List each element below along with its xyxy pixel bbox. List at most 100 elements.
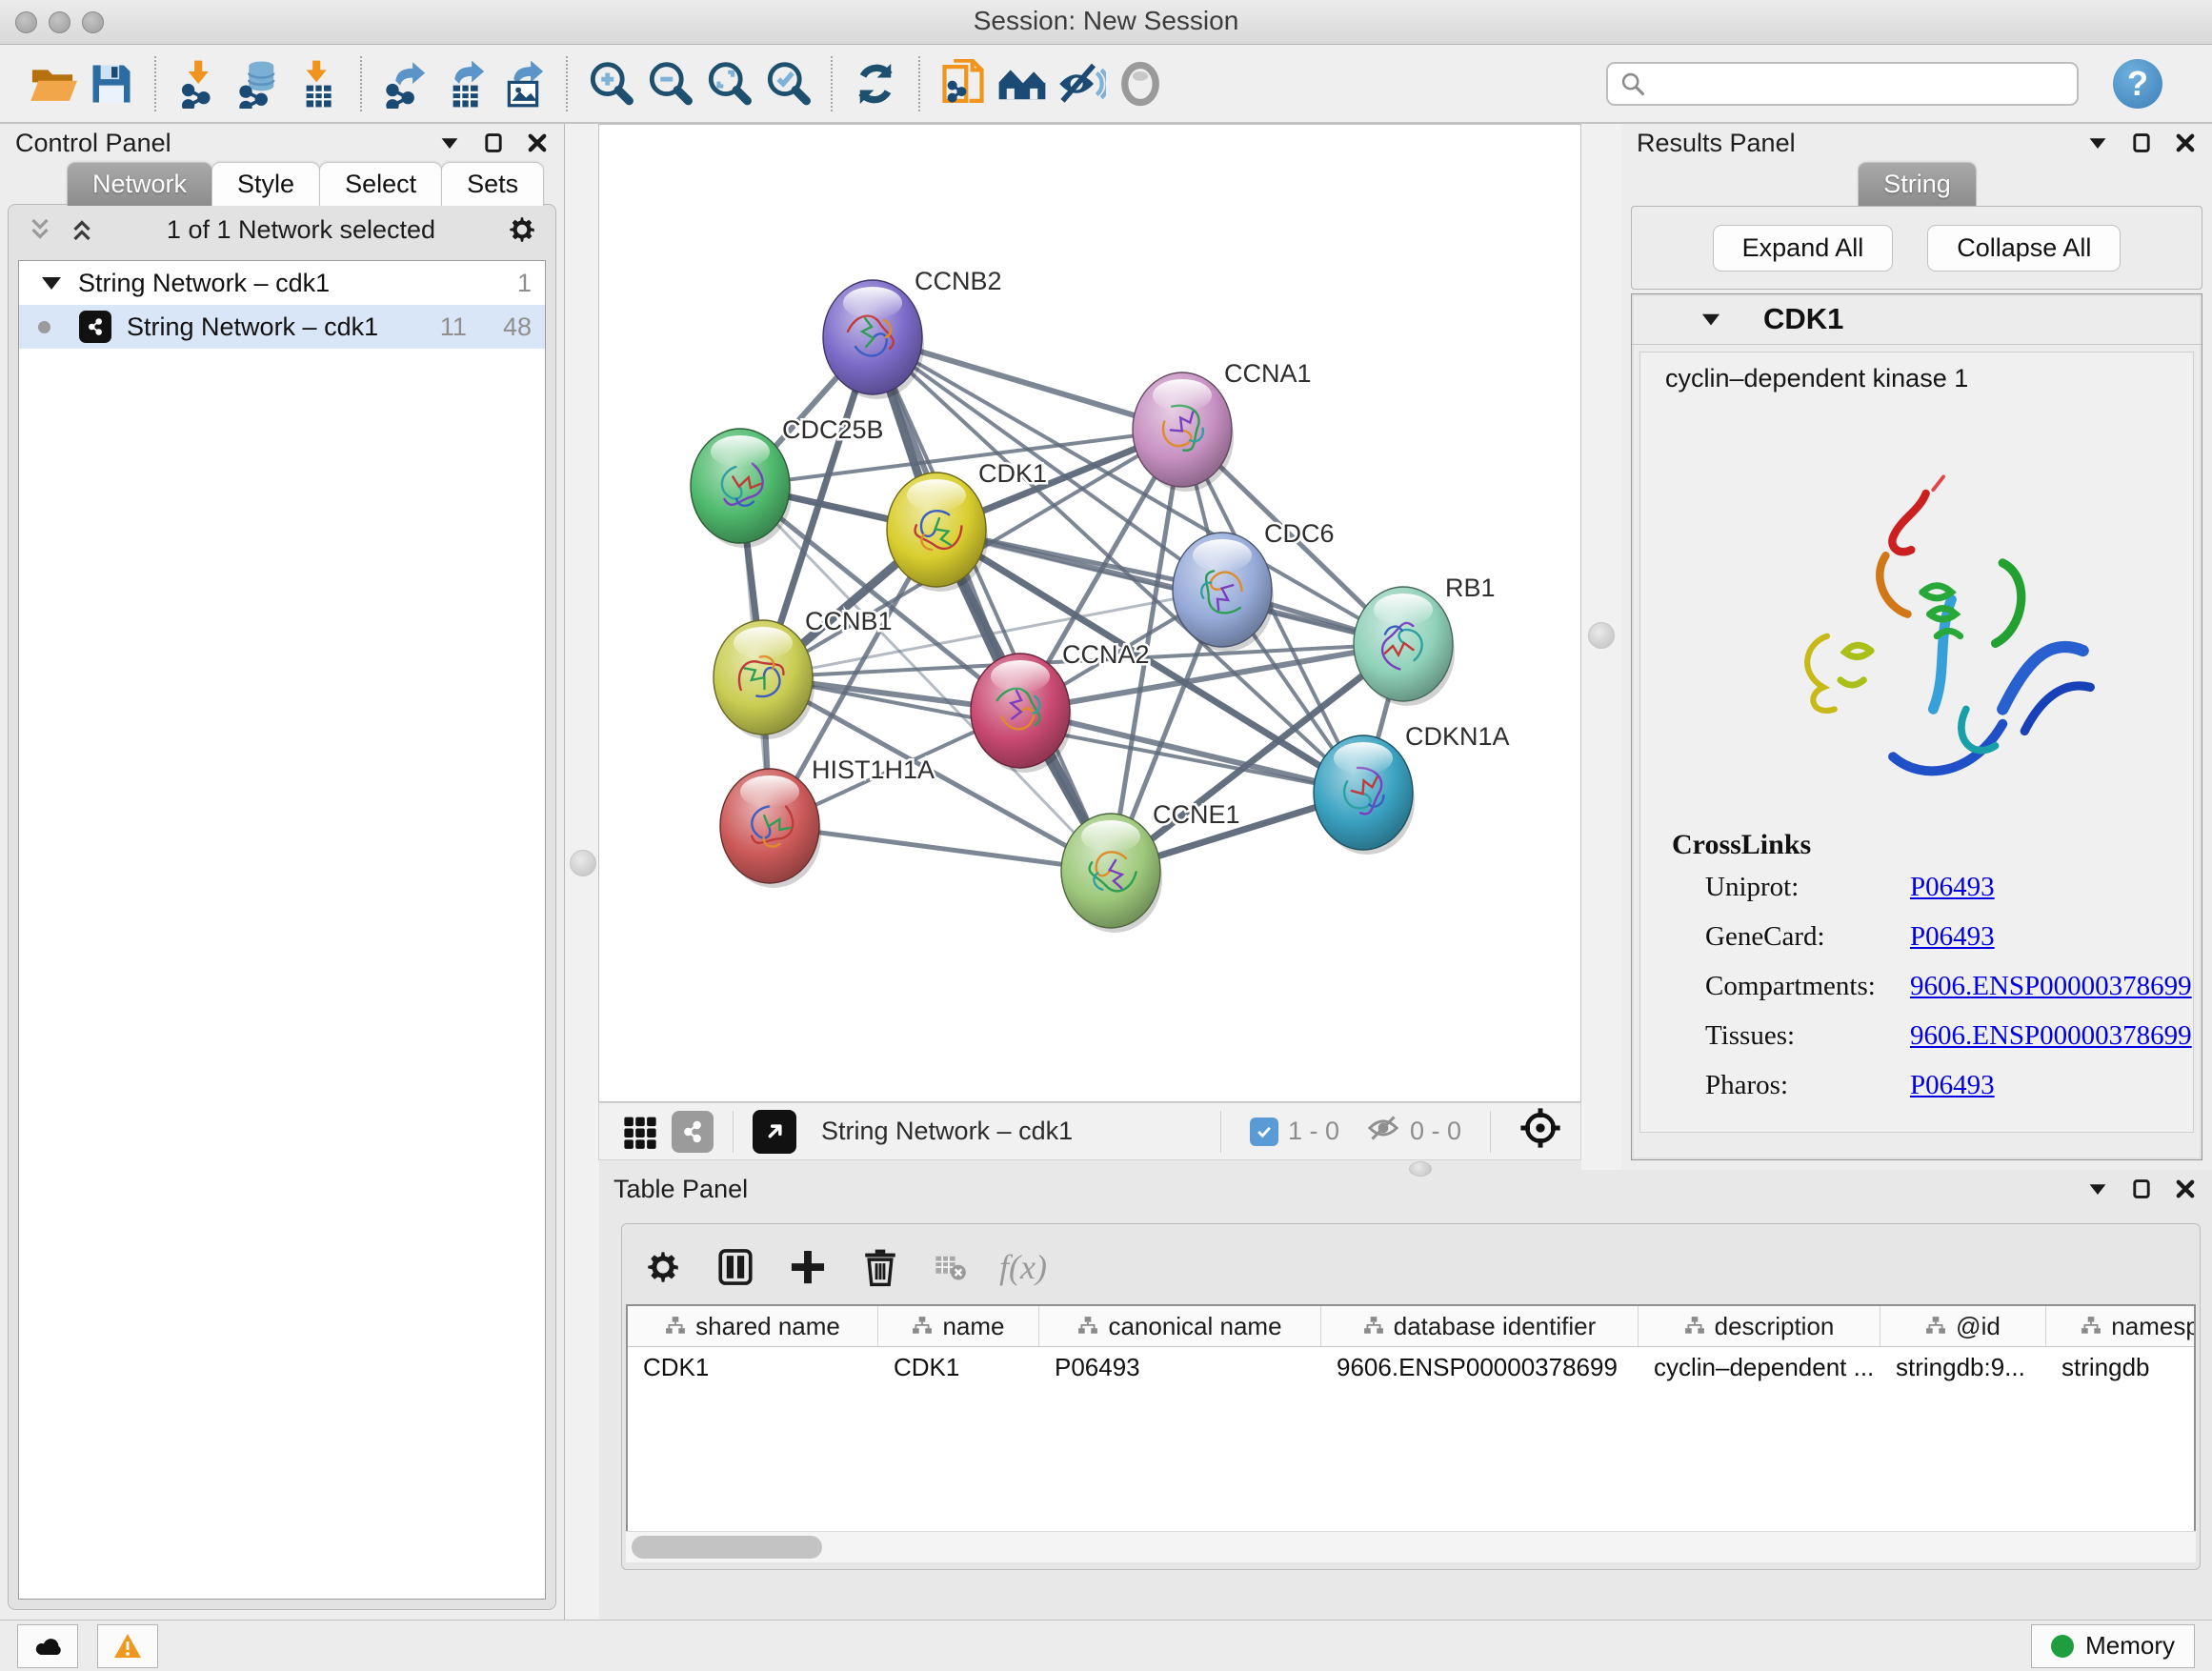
node-CDC6[interactable]: CDC6 <box>1173 519 1335 652</box>
network-manager: 1 of 1 Network selected String Network –… <box>8 204 556 1610</box>
tab-sets[interactable]: Sets <box>441 162 544 206</box>
import-network-database-icon[interactable] <box>229 54 288 113</box>
table-header-row: shared namenamecanonical namedatabase id… <box>628 1306 2194 1347</box>
collapse-all-icon[interactable] <box>26 215 54 244</box>
table-settings-gear-icon[interactable] <box>643 1247 683 1287</box>
crosslink-link[interactable]: P06493 <box>1910 921 1995 953</box>
import-table-file-icon[interactable] <box>288 54 347 113</box>
panel-close-icon[interactable] <box>2174 1178 2197 1200</box>
right-splitter[interactable] <box>1581 124 1622 1170</box>
toolbar-separator <box>831 56 833 111</box>
node-CCNB2[interactable]: CCNB2 <box>823 267 1002 399</box>
toolbar-separator <box>1220 1111 1221 1153</box>
hide-panel-eye-icon[interactable] <box>1052 54 1111 113</box>
network-canvas[interactable]: CCNB2CCNA1CDC25BCDK1CDC6RB1CCNB1CCNA2CDK… <box>598 124 1581 1102</box>
node-CDC25B[interactable]: CDC25B <box>691 415 884 548</box>
tab-style[interactable]: Style <box>211 162 320 206</box>
node-CDKN1A[interactable]: CDKN1A <box>1314 722 1510 855</box>
network-options-gear-icon[interactable] <box>506 213 538 246</box>
save-session-icon[interactable] <box>82 54 141 113</box>
selected-checkbox-icon[interactable] <box>1250 1117 1278 1146</box>
zoom-out-icon[interactable] <box>640 54 699 113</box>
network-collection-row[interactable]: String Network – cdk1 1 <box>19 261 545 305</box>
right-splitter-handle[interactable] <box>1588 622 1615 649</box>
tree-expand-icon[interactable] <box>42 277 61 290</box>
delete-rows-trash-icon[interactable] <box>860 1247 900 1287</box>
zoom-selected-icon[interactable] <box>758 54 817 113</box>
table-horizontal-scrollbar[interactable] <box>626 1531 2196 1562</box>
column-header-description[interactable]: description <box>1639 1306 1880 1346</box>
export-network-icon[interactable] <box>375 54 434 113</box>
hidden-eye-icon <box>1366 1111 1400 1152</box>
warnings-button[interactable] <box>97 1624 158 1668</box>
panel-close-icon[interactable] <box>526 131 549 154</box>
node-label-CDC25B: CDC25B <box>782 415 884 444</box>
panel-float-icon[interactable] <box>2130 1178 2153 1200</box>
scrollbar-thumb[interactable] <box>632 1536 822 1559</box>
column-header-database-identifier[interactable]: database identifier <box>1321 1306 1639 1346</box>
table-cell: 9606.ENSP00000378699 <box>1321 1353 1639 1382</box>
show-columns-icon[interactable] <box>715 1247 755 1287</box>
results-panel: Results Panel String Expand All Collapse… <box>1621 124 2212 1170</box>
node-CCNE1[interactable]: CCNE1 <box>1061 800 1240 933</box>
panel-menu-icon[interactable] <box>2086 1178 2109 1200</box>
string-import-icon[interactable] <box>993 54 1052 113</box>
function-builder-icon: f(x) <box>999 1247 1047 1287</box>
expand-all-button[interactable]: Expand All <box>1713 225 1894 272</box>
clone-network-icon[interactable] <box>934 54 993 113</box>
crosslink-link[interactable]: 9606.ENSP00000378699 <box>1910 971 2192 1002</box>
crosslink-link[interactable]: P06493 <box>1910 872 1995 903</box>
expand-all-icon[interactable] <box>68 215 96 244</box>
panel-close-icon[interactable] <box>2174 131 2197 154</box>
panel-float-icon[interactable] <box>2130 131 2153 154</box>
open-session-icon[interactable] <box>23 54 82 113</box>
panel-menu-icon[interactable] <box>438 131 461 154</box>
crosslink-link[interactable]: 9606.ENSP00000378699 <box>1910 1020 2192 1052</box>
panel-menu-icon[interactable] <box>2086 131 2109 154</box>
tab-network[interactable]: Network <box>67 162 212 206</box>
birds-eye-grid-icon[interactable] <box>618 1110 662 1154</box>
node-table-container: f(x) shared namenamecanonical namedataba… <box>621 1223 2201 1570</box>
column-header-shared-name[interactable]: shared name <box>628 1306 878 1346</box>
import-network-file-icon[interactable] <box>170 54 229 113</box>
node-HIST1H1A[interactable]: HIST1H1A <box>720 755 935 888</box>
node-CCNA1[interactable]: CCNA1 <box>1133 359 1312 492</box>
zoom-in-icon[interactable] <box>581 54 640 113</box>
tab-string[interactable]: String <box>1858 162 1977 206</box>
refresh-icon[interactable] <box>846 54 905 113</box>
network-row[interactable]: String Network – cdk1 11 48 <box>19 305 545 349</box>
open-in-window-icon[interactable] <box>753 1110 796 1154</box>
gene-section-header[interactable]: CDK1 <box>1632 294 2202 345</box>
node-RB1[interactable]: RB1 <box>1354 574 1496 706</box>
column-header-name[interactable]: name <box>878 1306 1039 1346</box>
results-panel-header: Results Panel <box>1621 124 2212 162</box>
results-panel-title: Results Panel <box>1637 129 1796 158</box>
edge-CCNB2-CCNE1[interactable] <box>873 337 1111 871</box>
search-input[interactable] <box>1656 68 2065 99</box>
section-collapse-icon[interactable] <box>1699 307 1723 332</box>
show-panel-eye-icon[interactable] <box>1111 54 1170 113</box>
titlebar: Session: New Session <box>0 0 2212 45</box>
export-table-icon[interactable] <box>434 54 493 113</box>
cloud-status-button[interactable] <box>17 1624 78 1668</box>
column-header-@id[interactable]: @id <box>1880 1306 2046 1346</box>
fit-crosshair-icon[interactable] <box>1519 1107 1561 1156</box>
left-splitter-handle[interactable] <box>570 850 596 876</box>
control-panel-tabs: NetworkStyleSelectSets <box>0 162 564 206</box>
tab-select[interactable]: Select <box>319 162 442 206</box>
export-image-icon[interactable] <box>493 54 553 113</box>
crosslink-link[interactable]: P06493 <box>1910 1070 1995 1101</box>
help-button[interactable]: ? <box>2113 59 2162 109</box>
panel-float-icon[interactable] <box>482 131 505 154</box>
zoom-fit-icon[interactable] <box>699 54 758 113</box>
memory-button[interactable]: Memory <box>2031 1624 2195 1668</box>
node-label-CCNE1: CCNE1 <box>1153 800 1240 829</box>
toolbar-separator <box>1490 1111 1491 1153</box>
table-row[interactable]: CDK1CDK1P064939606.ENSP00000378699cyclin… <box>628 1347 2194 1387</box>
column-header-namespace[interactable]: namespace <box>2046 1306 2196 1346</box>
left-splitter[interactable] <box>564 124 599 1620</box>
share-network-icon[interactable] <box>672 1111 714 1153</box>
column-header-canonical-name[interactable]: canonical name <box>1039 1306 1321 1346</box>
add-column-icon[interactable] <box>788 1247 828 1287</box>
collapse-all-button[interactable]: Collapse All <box>1927 225 2121 272</box>
